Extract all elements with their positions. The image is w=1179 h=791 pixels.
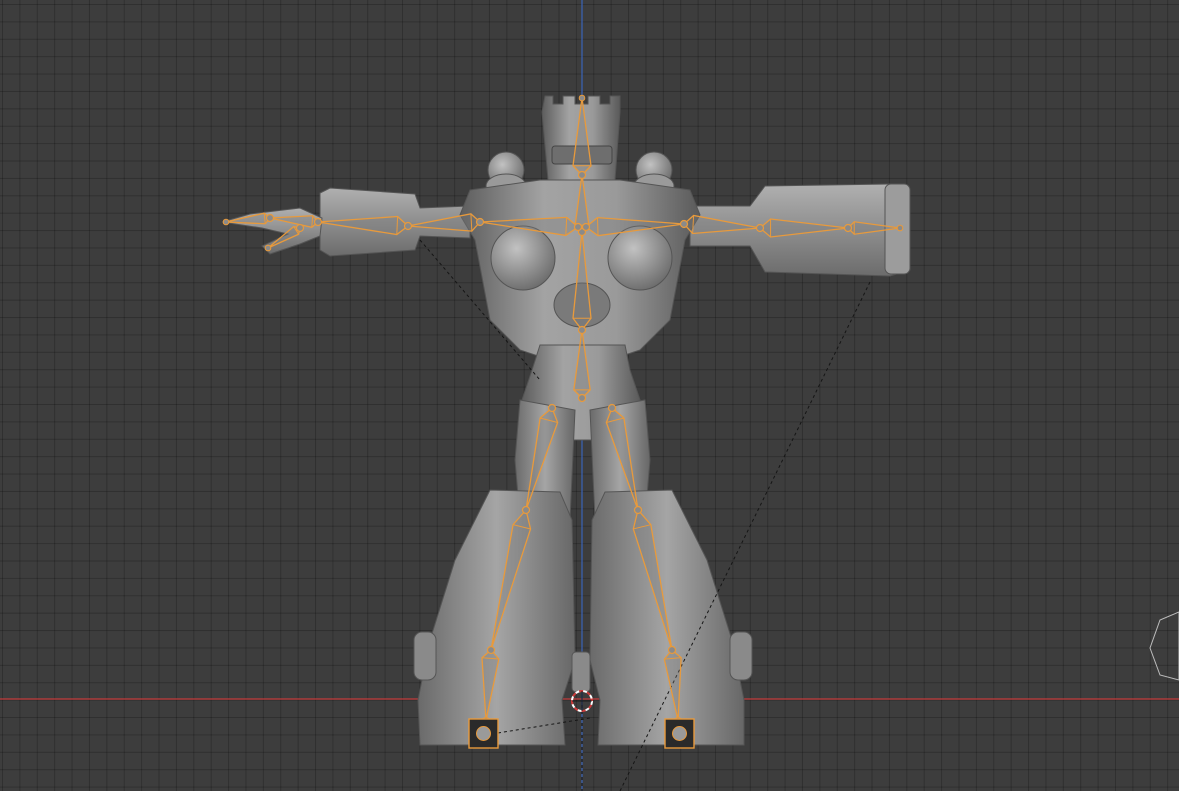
ankle-connector xyxy=(571,651,591,693)
robot-mesh[interactable] xyxy=(221,95,911,746)
left-foot-ik-target[interactable] xyxy=(468,718,499,749)
left-boot-side-pad xyxy=(413,631,437,681)
right-foot-ik-target[interactable] xyxy=(664,718,695,749)
offscreen-object-outline[interactable] xyxy=(1149,611,1179,681)
left-chest-sphere xyxy=(490,225,556,291)
viewport-scene[interactable] xyxy=(0,0,1179,791)
right-boot-side-pad xyxy=(729,631,753,681)
right-chest-sphere xyxy=(607,225,673,291)
3d-cursor-icon[interactable] xyxy=(571,690,593,712)
3d-viewport[interactable] xyxy=(0,0,1179,791)
